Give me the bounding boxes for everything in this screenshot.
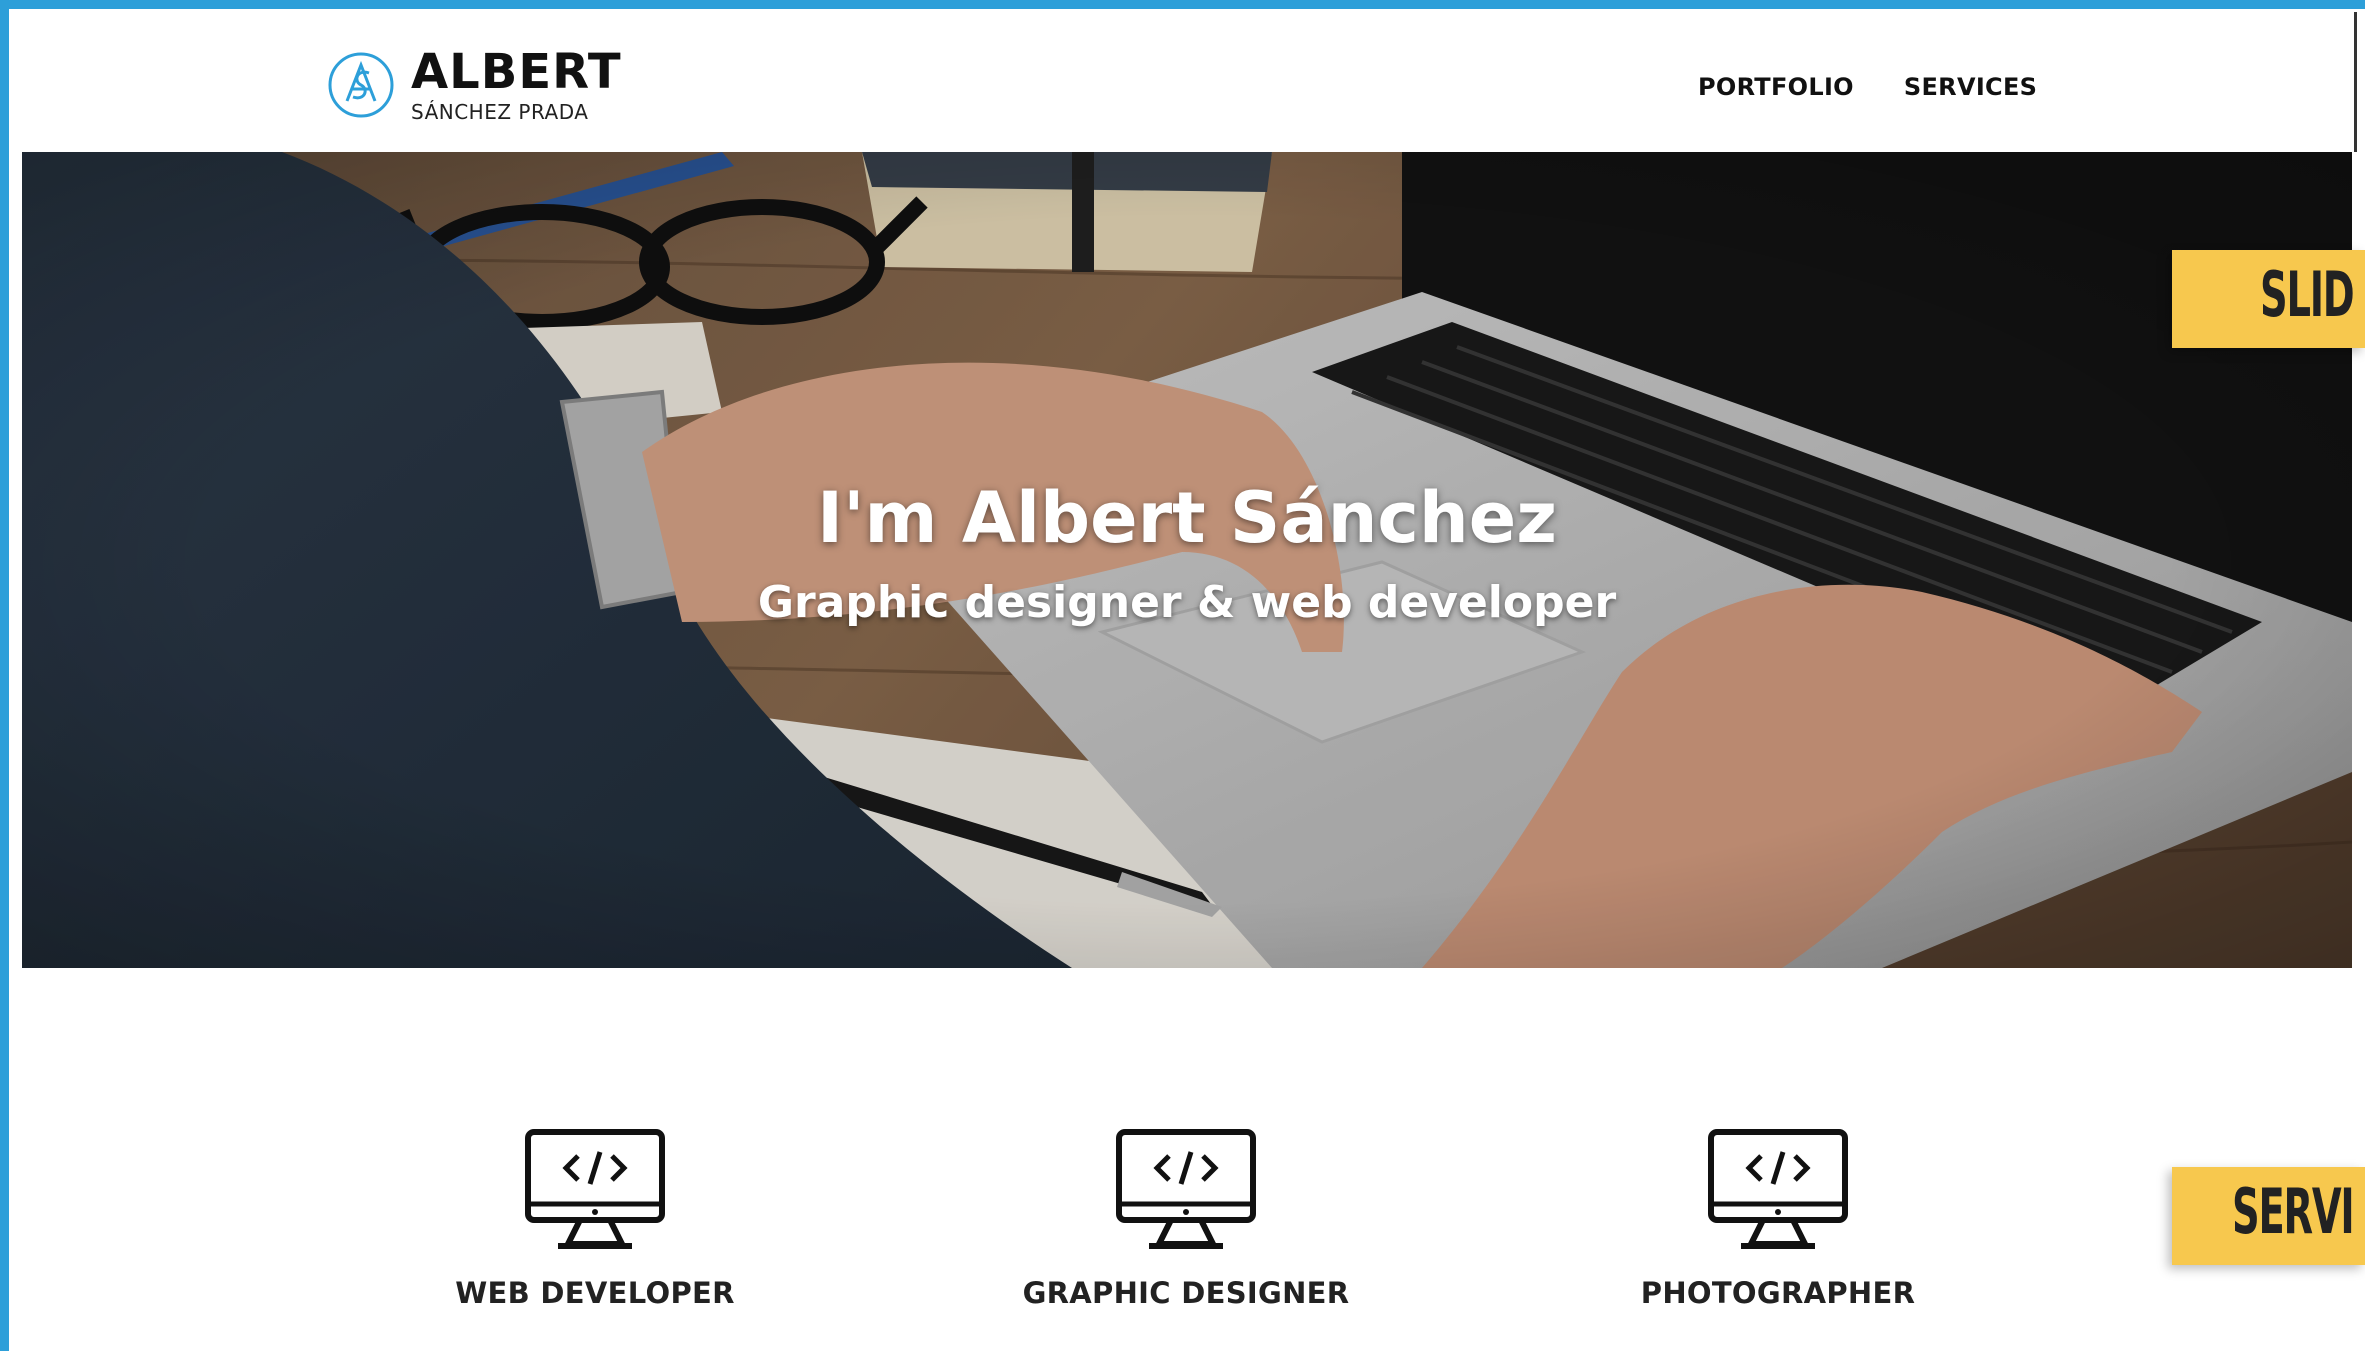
main-nav: PORTFOLIO SERVICES [1698, 73, 2037, 101]
site-header: ALBERT SÁNCHEZ PRADA PORTFOLIO SERVICES [22, 9, 2352, 152]
slider-tag-label: SLID [2260, 258, 2355, 331]
hero-title: I'm Albert Sánchez [817, 477, 1557, 559]
scrollbar[interactable] [2354, 12, 2357, 152]
service-card-web-developer: WEB DEVELOPER [395, 1128, 795, 1310]
services-section-tag: SERVI [2172, 1167, 2365, 1265]
slider-section-tag: SLID [2172, 250, 2365, 348]
logo-monogram-icon [328, 52, 394, 118]
hero-subtitle: Graphic designer & web developer [757, 577, 1617, 628]
service-card-graphic-designer: GRAPHIC DESIGNER [986, 1128, 1386, 1310]
services-section: WEB DEVELOPER GRAPHIC DESIGNER PHOTOGRAP… [0, 1120, 2365, 1351]
hero-photo [22, 152, 2352, 968]
logo-text: ALBERT SÁNCHEZ PRADA [411, 48, 622, 122]
logo-subtitle: SÁNCHEZ PRADA [411, 100, 589, 124]
nav-item-services[interactable]: SERVICES [1904, 73, 2037, 101]
hero-banner: I'm Albert Sánchez Graphic designer & we… [22, 152, 2352, 968]
code-monitor-icon [525, 1129, 665, 1249]
service-title: WEB DEVELOPER [455, 1276, 735, 1310]
code-monitor-icon [1116, 1129, 1256, 1249]
code-monitor-icon [1708, 1129, 1848, 1249]
service-title: GRAPHIC DESIGNER [1022, 1276, 1350, 1310]
service-card-photographer: PHOTOGRAPHER [1578, 1128, 1978, 1310]
nav-item-portfolio[interactable]: PORTFOLIO [1698, 73, 1854, 101]
logo-name: ALBERT [411, 44, 622, 100]
logo[interactable]: ALBERT SÁNCHEZ PRADA [327, 45, 622, 125]
services-tag-label: SERVI [2232, 1175, 2355, 1248]
service-title: PHOTOGRAPHER [1640, 1276, 1916, 1310]
browser-frame-top [0, 0, 2365, 9]
